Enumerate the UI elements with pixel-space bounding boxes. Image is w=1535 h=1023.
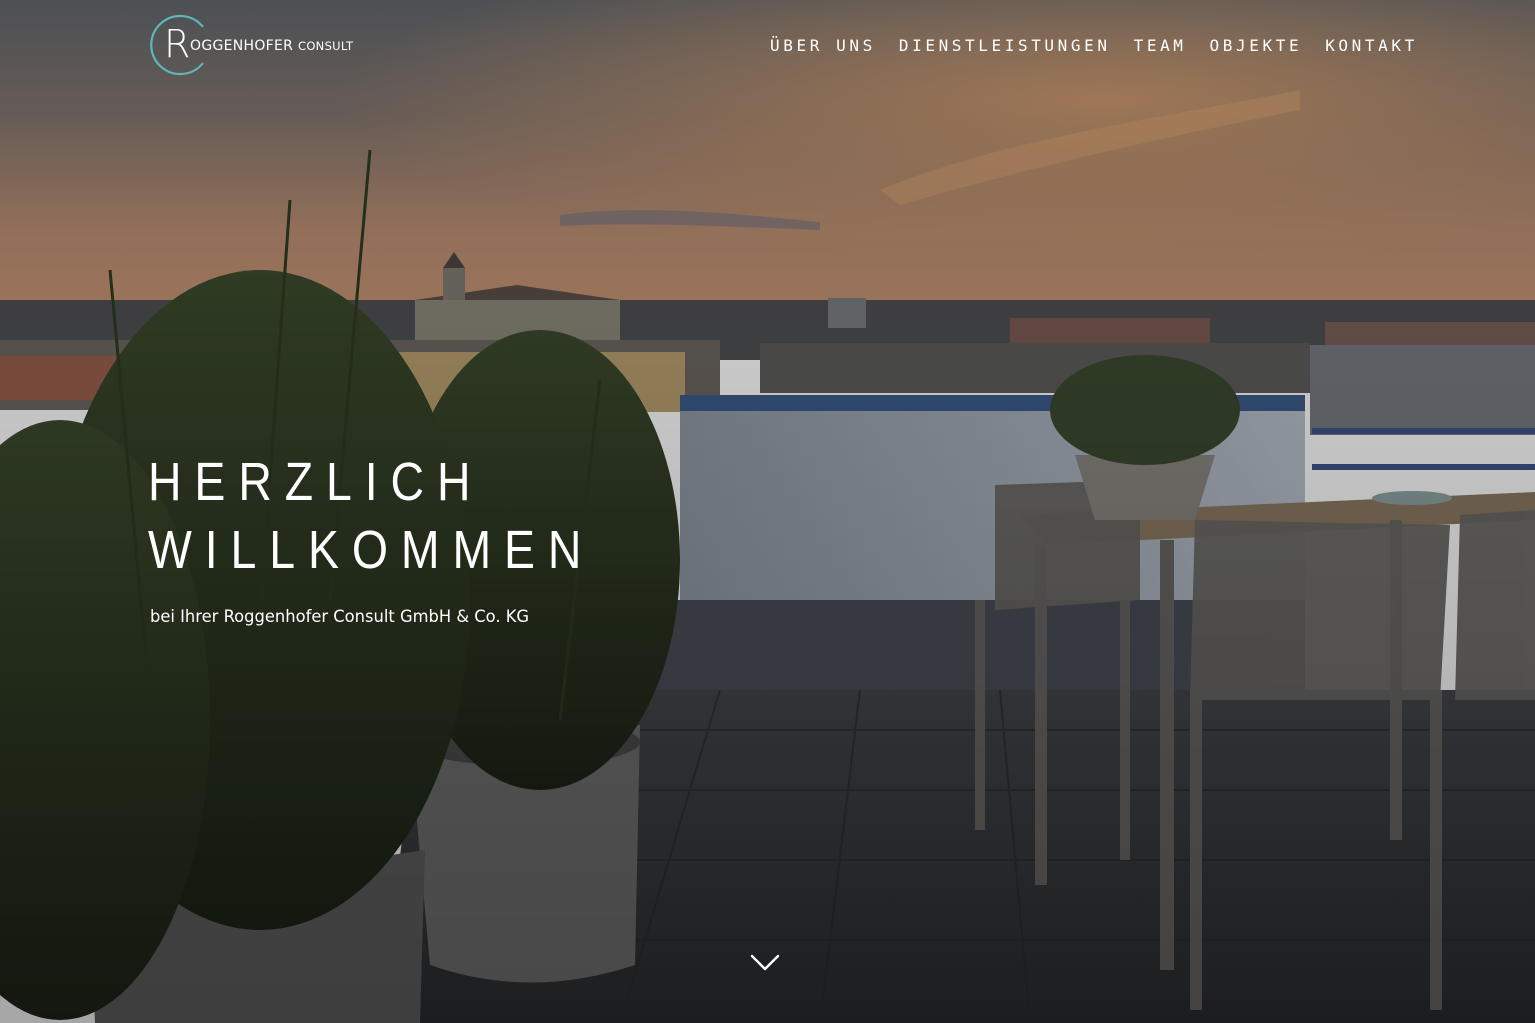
hero-headline: HERZLICH WILLKOMMEN: [148, 448, 594, 584]
logo-initial: R: [164, 22, 191, 66]
logo-name-second: CONSULT: [297, 39, 354, 53]
nav-item-team[interactable]: TEAM: [1134, 34, 1187, 58]
site-header: R OGGENHOFER CONSULT ÜBER UNS DIENSTLEIS…: [0, 0, 1535, 90]
chevron-down-icon: [750, 954, 780, 971]
nav-item-ueber-uns[interactable]: ÜBER UNS: [770, 34, 876, 58]
hero-subline: bei Ihrer Roggenhofer Consult GmbH & Co.…: [150, 607, 530, 627]
brand-logo[interactable]: R OGGENHOFER CONSULT: [147, 12, 377, 78]
logo-name-first: OGGENHOFER: [190, 38, 294, 54]
hero-headline-line2: WILLKOMMEN: [148, 520, 595, 580]
logo-wordmark: OGGENHOFER CONSULT: [190, 38, 353, 54]
hero-headline-line1: HERZLICH: [148, 452, 484, 512]
nav-item-objekte[interactable]: OBJEKTE: [1210, 34, 1303, 58]
hero-section: R OGGENHOFER CONSULT ÜBER UNS DIENSTLEIS…: [0, 0, 1535, 1023]
nav-item-kontakt[interactable]: KONTAKT: [1325, 34, 1418, 58]
nav-item-dienstleistungen[interactable]: DIENSTLEISTUNGEN: [899, 34, 1111, 58]
main-navigation: ÜBER UNS DIENSTLEISTUNGEN TEAM OBJEKTE K…: [770, 34, 1441, 58]
scroll-down-button[interactable]: [744, 948, 786, 978]
